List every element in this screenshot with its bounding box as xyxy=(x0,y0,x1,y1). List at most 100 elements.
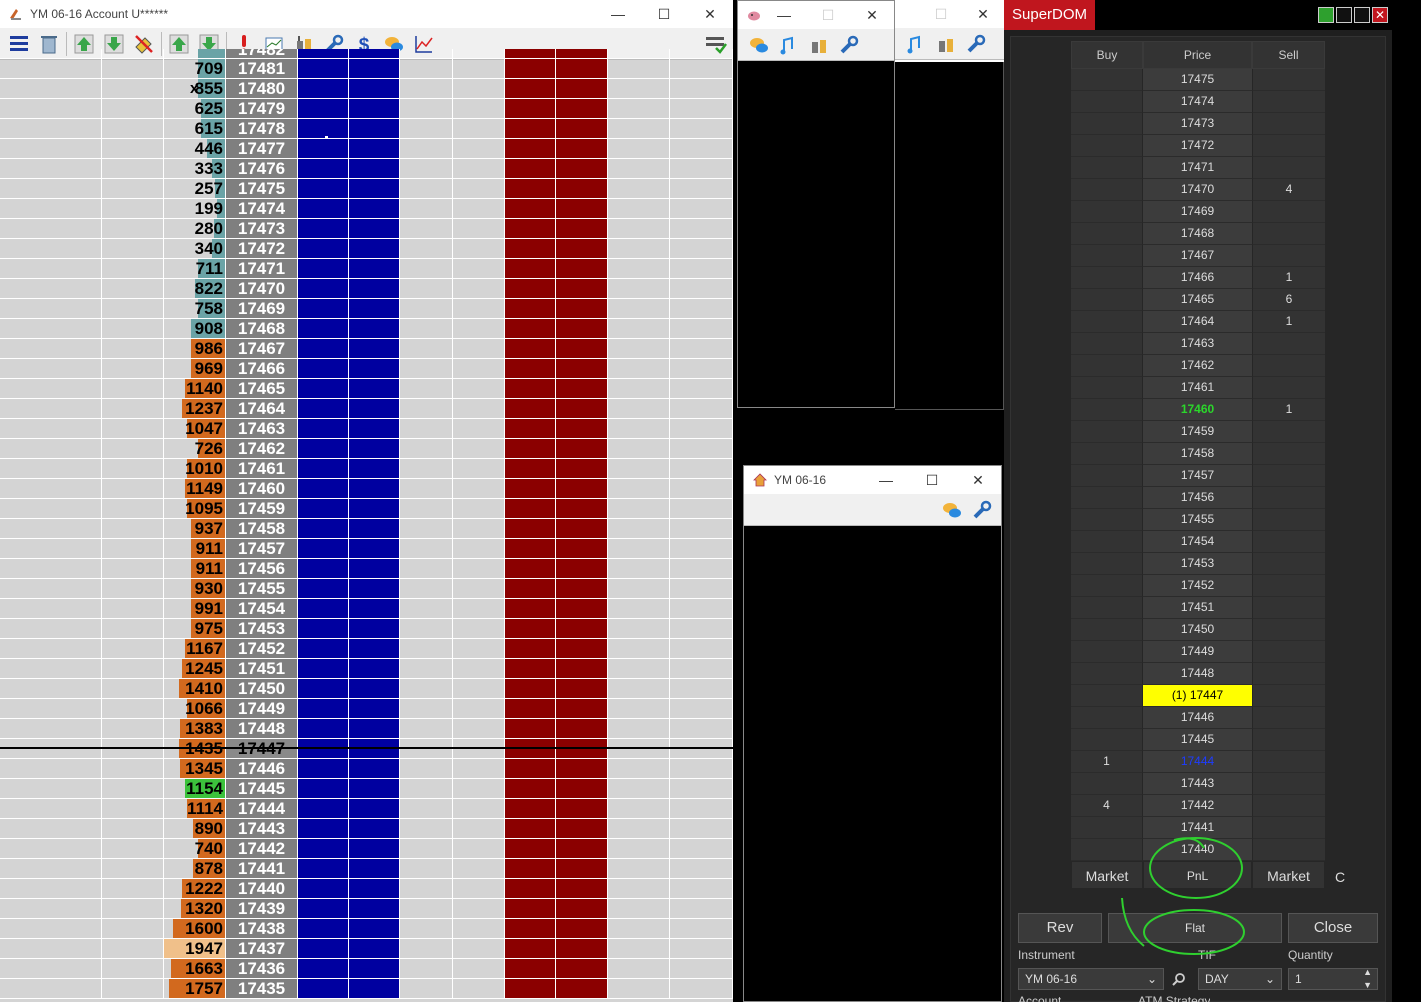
bid-cell[interactable] xyxy=(298,919,349,938)
bid-cell[interactable] xyxy=(349,779,400,798)
bid-cell[interactable] xyxy=(349,659,400,678)
dom-buy-cell[interactable] xyxy=(1071,377,1143,399)
dom-sell-cell[interactable] xyxy=(1252,113,1325,135)
bid-cell[interactable] xyxy=(298,819,349,838)
bid-cell[interactable] xyxy=(298,119,349,138)
price-cell[interactable]: 17449 xyxy=(226,699,298,718)
dom-buy-cell[interactable] xyxy=(1071,91,1143,113)
ask-cell[interactable] xyxy=(556,439,608,458)
ask-cell[interactable] xyxy=(556,179,608,198)
bid-cell[interactable] xyxy=(349,319,400,338)
bid-cell[interactable] xyxy=(298,159,349,178)
bid-cell[interactable] xyxy=(349,799,400,818)
dom-buy-cell[interactable] xyxy=(1071,399,1143,421)
dom-buy-cell[interactable] xyxy=(1071,223,1143,245)
ask-cell[interactable] xyxy=(556,519,608,538)
bid-cell[interactable] xyxy=(349,159,400,178)
dom-sell-cell[interactable] xyxy=(1252,641,1325,663)
bid-cell[interactable] xyxy=(349,639,400,658)
dom-sell-cell[interactable] xyxy=(1252,729,1325,751)
ask-cell[interactable] xyxy=(505,719,556,738)
ask-cell[interactable] xyxy=(505,839,556,858)
bid-cell[interactable] xyxy=(349,359,400,378)
ask-cell[interactable] xyxy=(556,419,608,438)
bid-cell[interactable] xyxy=(349,439,400,458)
dom-buy-cell[interactable]: 1 xyxy=(1071,751,1143,773)
dom-sell-cell[interactable] xyxy=(1252,553,1325,575)
bid-cell[interactable] xyxy=(349,599,400,618)
ask-cell[interactable] xyxy=(505,499,556,518)
dom-sell-cell[interactable] xyxy=(1252,751,1325,773)
ask-cell[interactable] xyxy=(556,619,608,638)
bid-cell[interactable] xyxy=(349,479,400,498)
bid-cell[interactable] xyxy=(298,239,349,258)
price-cell[interactable]: 17452 xyxy=(226,639,298,658)
ask-cell[interactable] xyxy=(556,579,608,598)
bid-cell[interactable] xyxy=(298,479,349,498)
bid-cell[interactable] xyxy=(349,759,400,778)
ask-cell[interactable] xyxy=(505,979,556,998)
ask-cell[interactable] xyxy=(556,639,608,658)
dom-buy-cell[interactable] xyxy=(1071,575,1143,597)
minimize-button[interactable]: — xyxy=(762,1,806,29)
price-cell[interactable]: 17475 xyxy=(226,179,298,198)
price-cell[interactable]: 17451 xyxy=(226,659,298,678)
close-button[interactable]: ✕ xyxy=(962,0,1004,28)
ask-cell[interactable] xyxy=(556,659,608,678)
ask-cell[interactable] xyxy=(556,959,608,978)
bid-cell[interactable] xyxy=(349,99,400,118)
close-button[interactable]: ✕ xyxy=(1372,7,1388,23)
ask-cell[interactable] xyxy=(505,859,556,878)
ask-cell[interactable] xyxy=(556,379,608,398)
bid-cell[interactable] xyxy=(298,579,349,598)
ask-cell[interactable] xyxy=(556,599,608,618)
dom-sell-cell[interactable]: 1 xyxy=(1252,399,1325,421)
ask-cell[interactable] xyxy=(556,699,608,718)
ask-cell[interactable] xyxy=(505,49,556,58)
dom-sell-cell[interactable] xyxy=(1252,795,1325,817)
ask-cell[interactable] xyxy=(505,59,556,78)
dom-buy-cell[interactable] xyxy=(1071,333,1143,355)
bid-cell[interactable] xyxy=(298,359,349,378)
ask-cell[interactable] xyxy=(505,919,556,938)
bid-cell[interactable] xyxy=(298,659,349,678)
bid-cell[interactable] xyxy=(349,379,400,398)
ask-cell[interactable] xyxy=(505,439,556,458)
ask-cell[interactable] xyxy=(556,239,608,258)
price-cell[interactable]: 17443 xyxy=(226,819,298,838)
bid-cell[interactable] xyxy=(298,839,349,858)
wrench-icon[interactable] xyxy=(967,496,997,524)
bid-cell[interactable] xyxy=(349,699,400,718)
ask-cell[interactable] xyxy=(505,319,556,338)
dom-buy-cell[interactable] xyxy=(1071,641,1143,663)
ask-cell[interactable] xyxy=(556,979,608,998)
price-cell[interactable]: 17463 xyxy=(226,419,298,438)
dom-buy-cell[interactable] xyxy=(1071,157,1143,179)
bid-cell[interactable] xyxy=(298,179,349,198)
maximize-button[interactable]: ☐ xyxy=(641,0,687,28)
dom-buy-cell[interactable]: 4 xyxy=(1071,795,1143,817)
ask-cell[interactable] xyxy=(556,359,608,378)
bid-cell[interactable] xyxy=(298,399,349,418)
dom-sell-cell[interactable] xyxy=(1252,597,1325,619)
price-cell[interactable]: 17472 xyxy=(226,239,298,258)
minimize-button[interactable]: — xyxy=(863,466,909,494)
bid-cell[interactable] xyxy=(298,199,349,218)
dom-buy-cell[interactable] xyxy=(1071,135,1143,157)
bid-cell[interactable] xyxy=(349,79,400,98)
dom-sell-cell[interactable] xyxy=(1252,69,1325,91)
bid-cell[interactable] xyxy=(349,719,400,738)
dom-buy-cell[interactable] xyxy=(1071,245,1143,267)
ask-cell[interactable] xyxy=(505,659,556,678)
dom-buy-cell[interactable] xyxy=(1071,179,1143,201)
bid-cell[interactable] xyxy=(349,619,400,638)
dom-buy-cell[interactable] xyxy=(1071,509,1143,531)
ask-cell[interactable] xyxy=(505,799,556,818)
dom-buy-cell[interactable] xyxy=(1071,663,1143,685)
bid-cell[interactable] xyxy=(298,439,349,458)
close-position-button[interactable]: Close xyxy=(1288,913,1378,943)
price-cell[interactable]: 17439 xyxy=(226,899,298,918)
price-cell[interactable]: 17474 xyxy=(226,199,298,218)
ask-cell[interactable] xyxy=(505,359,556,378)
bid-cell[interactable] xyxy=(298,639,349,658)
